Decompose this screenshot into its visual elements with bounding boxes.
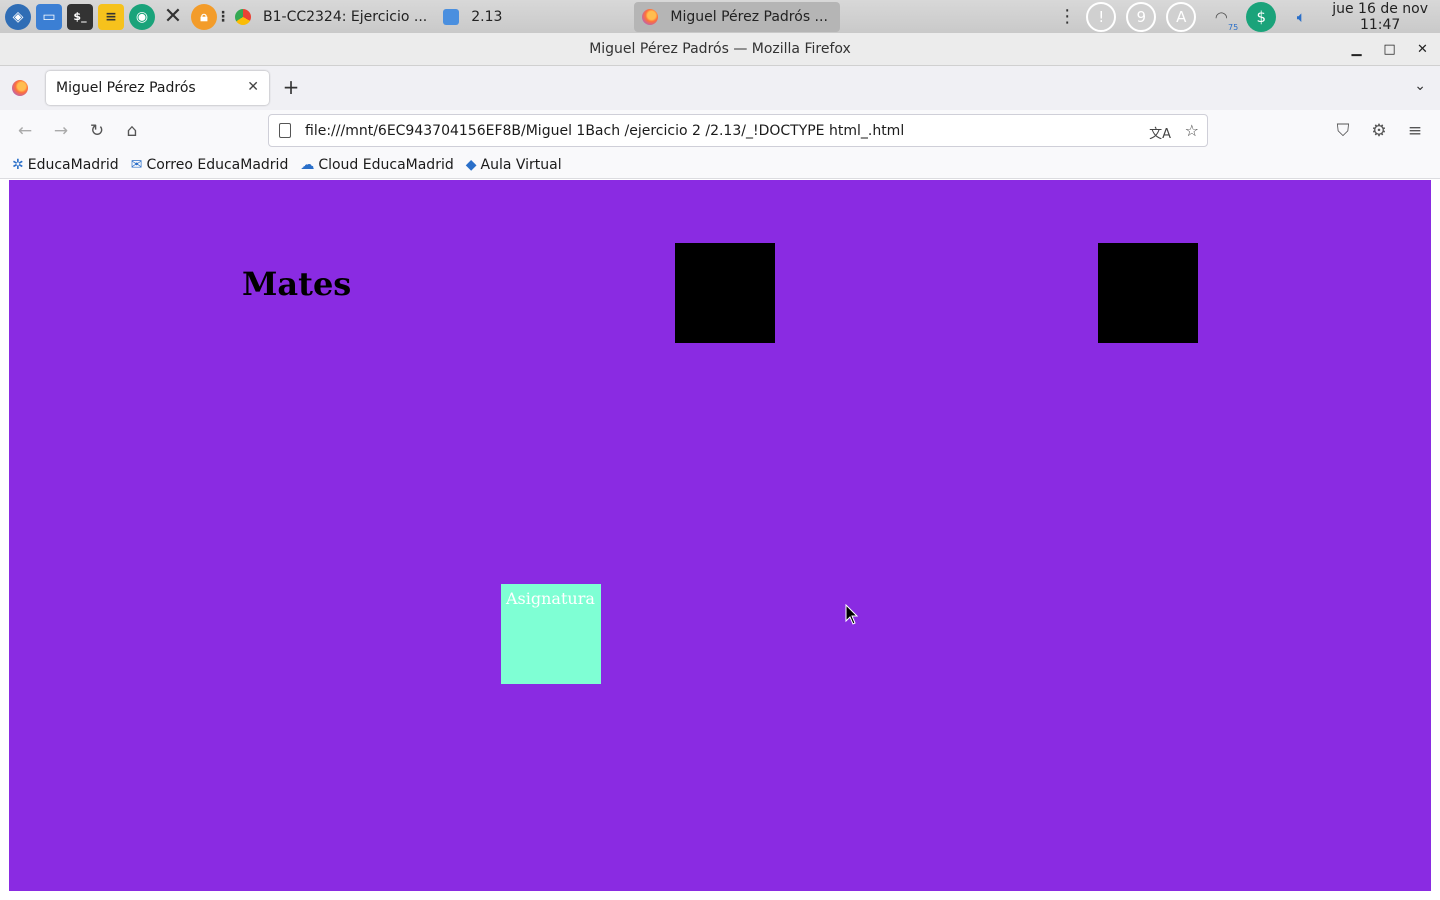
bookmark-aula-virtual[interactable]: ◆ Aula Virtual [466,157,562,173]
more-icon[interactable]: ⋮ [216,4,230,30]
close-window-button[interactable]: ✕ [1406,33,1439,66]
desktop-icon[interactable]: ▭ [36,3,62,30]
task-label: Miguel Pérez Padrós ... [670,8,828,25]
new-tab-button[interactable]: + [281,75,301,99]
terminal-icon[interactable]: $_ [67,3,93,30]
wifi-glyph: ◠ [1214,7,1228,26]
subject-label: Asignatura [506,589,595,608]
app-menu-icon[interactable]: ≡ [1403,119,1427,143]
forward-button[interactable]: → [49,119,73,143]
pocket-icon[interactable]: ⛉ [1331,119,1355,143]
tab-strip: Miguel Pérez Padrós ✕ + ⌄ [0,66,1440,110]
task-label: 2.13 [471,8,503,25]
bookmark-label: Aula Virtual [480,157,562,173]
url-input[interactable] [305,122,1125,139]
task-chrome[interactable]: B1-CC2324: Ejercicio ... [227,0,435,33]
desktop-top-panel: ◈ ▭ $_ ≡ ◉ ✕ 🔒︎ ⋮ B1-CC2324: Ejercicio .… [0,0,1440,33]
cloud-icon: ☁ [300,157,315,173]
mail-icon: ✉ [130,157,143,173]
home-button[interactable]: ⌂ [120,119,144,143]
clock-time: 11:47 [1359,16,1401,33]
firefox-view-icon[interactable] [12,80,28,96]
bookmark-label: EducaMadrid [27,157,119,173]
bookmark-label: Correo EducaMadrid [146,157,289,173]
lock-icon[interactable]: 🔒︎ [191,3,217,30]
bookmark-label: Cloud EducaMadrid [318,157,454,173]
firefox-icon [642,8,659,25]
extensions-icon[interactable]: ⚙ [1367,119,1391,143]
folder-icon [443,8,460,25]
graduation-cap-icon: ◆ [465,157,477,173]
url-bar[interactable]: 文A ☆ [268,114,1208,147]
black-square-left [675,243,775,343]
vpn-icon[interactable]: $ [1246,1,1277,32]
task-firefox[interactable]: Miguel Pérez Padrós ... [634,1,841,32]
clock-date: jue 16 de nov [1332,0,1428,17]
task-label: B1-CC2324: Ejercicio ... [263,8,428,25]
maximize-button[interactable]: □ [1373,33,1406,66]
page-viewport: Mates Asignatura [9,180,1431,891]
window-titlebar[interactable]: Miguel Pérez Padrós — Mozilla Firefox ▁ … [0,33,1440,66]
black-square-right [1098,243,1198,343]
tray-badge-9[interactable]: 9 [1126,1,1157,32]
tab-close-icon[interactable]: ✕ [247,79,259,95]
notes-icon[interactable]: ≡ [98,3,124,30]
update-icon[interactable]: ! [1086,1,1117,32]
tab-active[interactable]: Miguel Pérez Padrós ✕ [46,71,269,105]
wifi-badge: 75 [1228,22,1239,32]
minimize-button[interactable]: ▁ [1340,33,1373,66]
bookmark-correo[interactable]: ✉ Correo EducaMadrid [131,157,289,173]
translate-icon[interactable]: 文A [1149,123,1171,142]
bookmark-educamadrid[interactable]: ✲ EducaMadrid [12,157,119,173]
camera-icon[interactable]: ◉ [129,3,155,30]
navigation-toolbar: ← → ↻ ⌂ 文A ☆ ⛉ ⚙ ≡ [0,110,1440,152]
tray-more-icon[interactable]: ⋮ [1058,6,1076,27]
page-heading: Mates [242,265,352,303]
wifi-icon[interactable]: ◠ 75 [1206,2,1239,32]
tray-badge-a[interactable]: A [1166,1,1197,32]
tab-title: Miguel Pérez Padrós [56,80,196,96]
bookmark-cloud[interactable]: ☁ Cloud EducaMadrid [300,157,453,173]
reload-button[interactable]: ↻ [85,119,109,143]
close-x-icon[interactable]: ✕ [160,4,186,30]
chrome-icon [235,8,251,25]
clock[interactable]: jue 16 de nov 11:47 [1332,1,1428,33]
mouse-cursor-icon [845,604,859,625]
subject-box: Asignatura [501,584,601,684]
page-icon [279,123,291,138]
bookmarks-toolbar: ✲ EducaMadrid ✉ Correo EducaMadrid ☁ Clo… [0,152,1440,179]
list-all-tabs-icon[interactable]: ⌄ [1414,78,1426,94]
educamadrid-icon: ✲ [12,157,24,173]
launcher-icon[interactable]: ◈ [5,3,31,30]
task-folder[interactable]: 2.13 [435,0,510,33]
volume-icon[interactable]: 🔈︎ [1286,2,1316,32]
window-title: Miguel Pérez Padrós — Mozilla Firefox [589,41,851,57]
back-button[interactable]: ← [13,119,37,143]
bookmark-star-icon[interactable]: ☆ [1185,121,1199,140]
